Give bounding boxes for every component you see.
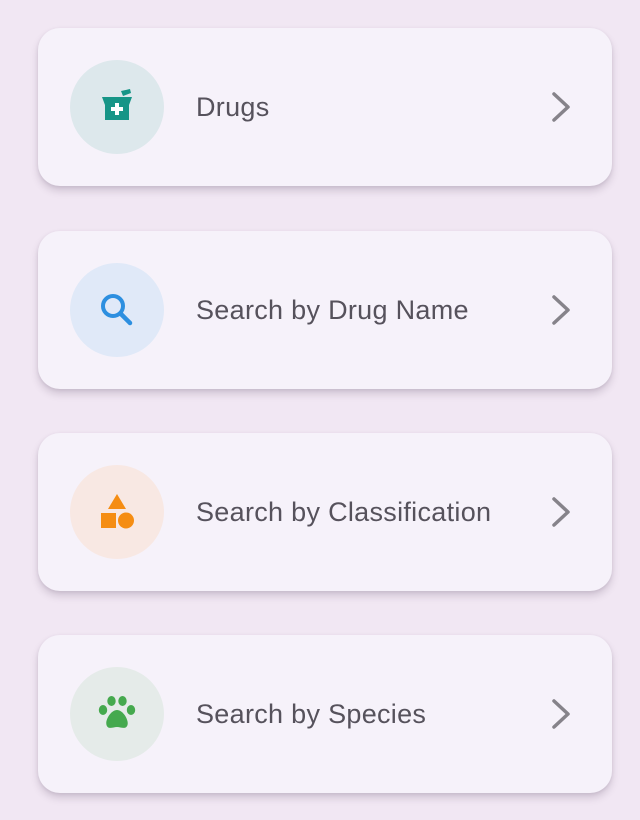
menu-list: Drugs Search by Drug Name Search by Clas… bbox=[0, 0, 640, 820]
icon-badge bbox=[70, 60, 164, 154]
menu-item-search-by-classification[interactable]: Search by Classification bbox=[38, 433, 612, 591]
menu-item-label: Search by Species bbox=[196, 699, 427, 729]
menu-item-drugs[interactable]: Drugs bbox=[38, 28, 612, 186]
icon-badge bbox=[70, 667, 164, 761]
chevron-right-icon bbox=[552, 497, 570, 527]
menu-item-label: Search by Classification bbox=[196, 497, 492, 527]
chevron-right-icon bbox=[552, 295, 570, 325]
category-shapes-icon bbox=[101, 494, 134, 529]
chevron-right-icon bbox=[552, 699, 570, 729]
menu-item-label: Drugs bbox=[196, 92, 270, 122]
icon-badge bbox=[70, 263, 164, 357]
mortar-pestle-icon bbox=[102, 89, 132, 120]
paw-icon bbox=[98, 696, 136, 728]
icon-badge bbox=[70, 465, 164, 559]
menu-item-search-by-drug-name[interactable]: Search by Drug Name bbox=[38, 231, 612, 389]
menu-item-label: Search by Drug Name bbox=[196, 295, 469, 325]
chevron-right-icon bbox=[552, 92, 570, 122]
menu-item-search-by-species[interactable]: Search by Species bbox=[38, 635, 612, 793]
search-icon bbox=[101, 294, 133, 326]
